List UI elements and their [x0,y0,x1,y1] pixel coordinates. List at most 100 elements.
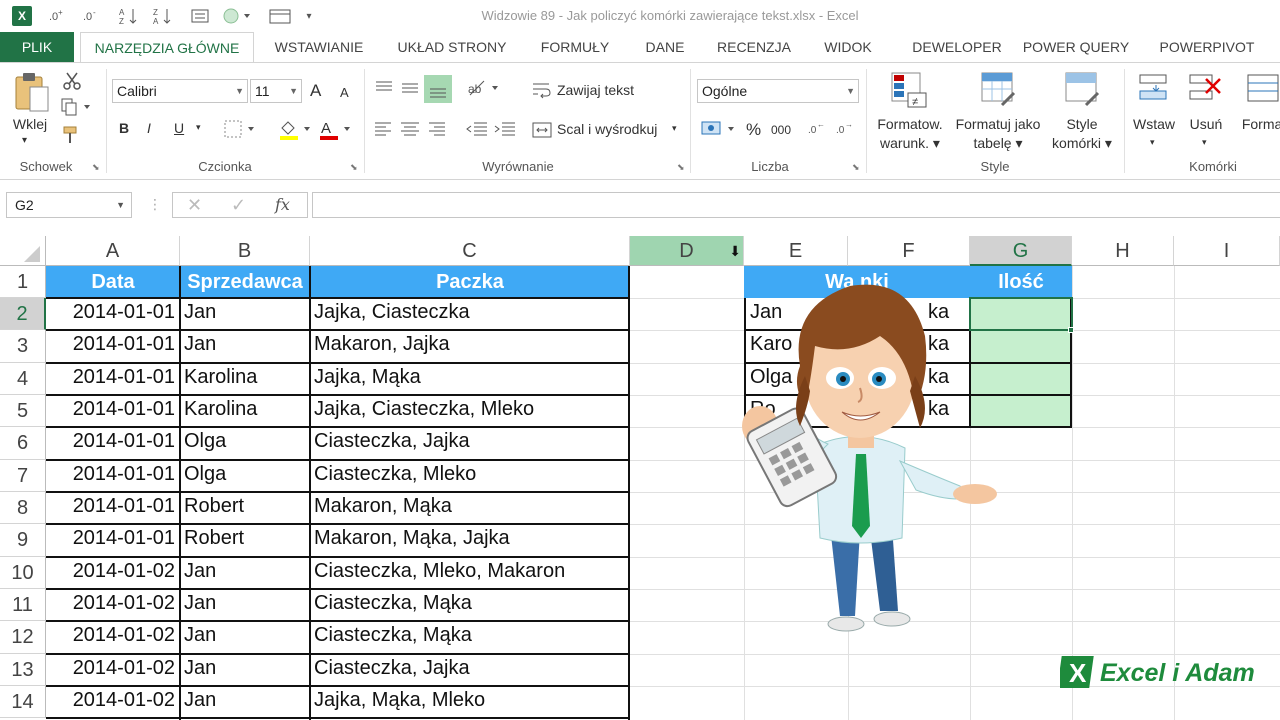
clipboard-launcher-icon[interactable]: ⬊ [92,162,100,173]
table-row-date-cell[interactable]: 2014-01-02 [46,689,179,712]
borders-icon[interactable] [224,120,260,143]
orientation-icon[interactable]: ab [466,77,502,104]
table-row-seller-cell[interactable]: Jan [180,560,309,583]
wrap-text-button[interactable]: Zawijaj tekst [557,82,634,98]
comma-style-button[interactable]: 000 [771,123,791,137]
row-header[interactable]: 2 [0,298,46,330]
table-row-package-cell[interactable]: Ciasteczka, Mleko [310,463,628,486]
table-row-date-cell[interactable]: 2014-01-02 [46,592,179,615]
tab-data[interactable]: DANE [632,32,698,62]
table-row-date-cell[interactable]: 2014-01-02 [46,624,179,647]
table-row-date-cell[interactable]: 2014-01-01 [46,463,179,486]
number-format-combo[interactable]: Ogólne ▼ [697,79,859,103]
table-row-package-cell[interactable]: Jajka, Mąka, Mleko [310,689,628,712]
insert-function-icon[interactable]: fx [275,195,290,214]
chevron-down-icon[interactable]: ▼ [116,193,125,217]
fill-color-icon[interactable] [278,118,314,145]
table-row-seller-cell[interactable]: Jan [180,592,309,615]
row-header[interactable]: 9 [0,524,46,557]
tab-power-query[interactable]: POWER QUERY [1016,32,1136,62]
row-header[interactable]: 13 [0,654,46,686]
table-row-package-cell[interactable]: Ciasteczka, Mąka [310,624,628,647]
row-header[interactable]: 8 [0,492,46,524]
decrease-decimal-icon[interactable]: .0 → [836,119,858,144]
conditional-formatting-icon[interactable]: ≠ [890,71,930,116]
table-row-package-cell[interactable]: Makaron, Mąka [310,495,628,518]
table-header-package[interactable]: Paczka [310,266,630,298]
select-all-corner[interactable] [0,236,46,266]
table-row-seller-cell[interactable]: Jan [180,689,309,712]
row-header[interactable]: 7 [0,460,46,492]
column-header-f[interactable]: F [848,236,970,266]
merge-center-button[interactable]: Scal i wyśrodkuj [557,121,657,137]
align-left-icon[interactable] [374,121,394,142]
format-as-table-icon[interactable] [980,71,1020,116]
drag-handle-icon[interactable]: ⋮ [148,196,162,213]
table-row-seller-cell[interactable]: Jan [180,301,309,324]
table-row-date-cell[interactable]: 2014-01-01 [46,527,179,550]
tab-page-layout[interactable]: UKŁAD STRONY [386,32,518,62]
row-header[interactable]: 5 [0,395,46,427]
table-row-date-cell[interactable]: 2014-01-01 [46,430,179,453]
percent-button[interactable]: % [746,120,761,140]
fill-handle[interactable] [1068,327,1074,333]
cut-icon[interactable] [62,71,82,96]
table-row-seller-cell[interactable]: Robert [180,527,309,550]
table-row-date-cell[interactable]: 2014-01-02 [46,560,179,583]
tab-formulas[interactable]: FORMUŁY [528,32,622,62]
tab-file[interactable]: PLIK [0,32,74,62]
column-header-i[interactable]: I [1174,236,1280,266]
table-row-package-cell[interactable]: Makaron, Jajka [310,333,628,356]
cell-styles-button[interactable]: Style komórki ▾ [1044,115,1120,153]
delete-cells-icon[interactable] [1188,71,1224,116]
tab-insert[interactable]: WSTAWIANIE [260,32,378,62]
font-name-combo[interactable]: Calibri ▼ [112,79,248,103]
paste-dropdown-icon[interactable]: ▾ [22,135,27,146]
enter-icon[interactable]: ✓ [231,195,246,216]
formula-input[interactable] [312,192,1280,218]
table-row-seller-cell[interactable]: Jan [180,333,309,356]
table-row-seller-cell[interactable]: Olga [180,430,309,453]
tab-review[interactable]: RECENZJA [708,32,800,62]
column-header-g[interactable]: G [970,236,1072,266]
table-row-package-cell[interactable]: Ciasteczka, Jajka [310,657,628,680]
chevron-down-icon[interactable]: ▾ [1202,137,1207,148]
tab-powerpivot[interactable]: POWERPIVOT [1148,32,1266,62]
table-row-package-cell[interactable]: Ciasteczka, Jajka [310,430,628,453]
accounting-format-icon[interactable] [700,119,740,144]
align-center-icon[interactable] [400,121,420,142]
merge-center-icon[interactable] [532,121,552,144]
table-row-package-cell[interactable]: Jajka, Ciasteczka, Mleko [310,398,628,421]
table-row-date-cell[interactable]: 2014-01-01 [46,301,179,324]
cancel-icon[interactable]: ✕ [187,195,202,216]
format-cells-button[interactable]: Format [1234,115,1280,134]
font-launcher-icon[interactable]: ⬊ [350,162,358,173]
shrink-font-icon[interactable]: A [340,85,349,100]
tab-view[interactable]: WIDOK [810,32,886,62]
cell-styles-icon[interactable] [1064,71,1104,116]
insert-cells-button[interactable]: Wstaw [1128,115,1180,134]
table-row-seller-cell[interactable]: Karolina [180,398,309,421]
table-row-seller-cell[interactable]: Robert [180,495,309,518]
grow-font-icon[interactable]: A [310,81,321,101]
table-row-package-cell[interactable]: Makaron, Mąka, Jajka [310,527,628,550]
table-row-seller-cell[interactable]: Jan [180,624,309,647]
format-as-table-button[interactable]: Formatuj jako tabelę ▾ [950,115,1046,153]
row-header[interactable]: 6 [0,427,46,460]
chevron-down-icon[interactable]: ▾ [672,123,677,134]
table-row-package-cell[interactable]: Ciasteczka, Mleko, Makaron [310,560,628,583]
font-color-icon[interactable]: A [318,118,354,145]
wrap-text-icon[interactable] [532,81,552,104]
table-row-package-cell[interactable]: Jajka, Ciasteczka [310,301,628,324]
bold-button[interactable]: B [119,120,129,136]
table-row-seller-cell[interactable]: Karolina [180,366,309,389]
table-row-package-cell[interactable]: Jajka, Mąka [310,366,628,389]
table-row-seller-cell[interactable]: Jan [180,657,309,680]
insert-cells-icon[interactable] [1138,71,1174,116]
row-header[interactable]: 14 [0,686,46,718]
column-header-b[interactable]: B [180,236,310,266]
table-row-date-cell[interactable]: 2014-01-01 [46,495,179,518]
format-painter-icon[interactable] [62,125,82,150]
table-header-seller[interactable]: Sprzedawca [180,266,310,298]
conditional-formatting-button[interactable]: Formatow. warunk. ▾ [870,115,950,153]
